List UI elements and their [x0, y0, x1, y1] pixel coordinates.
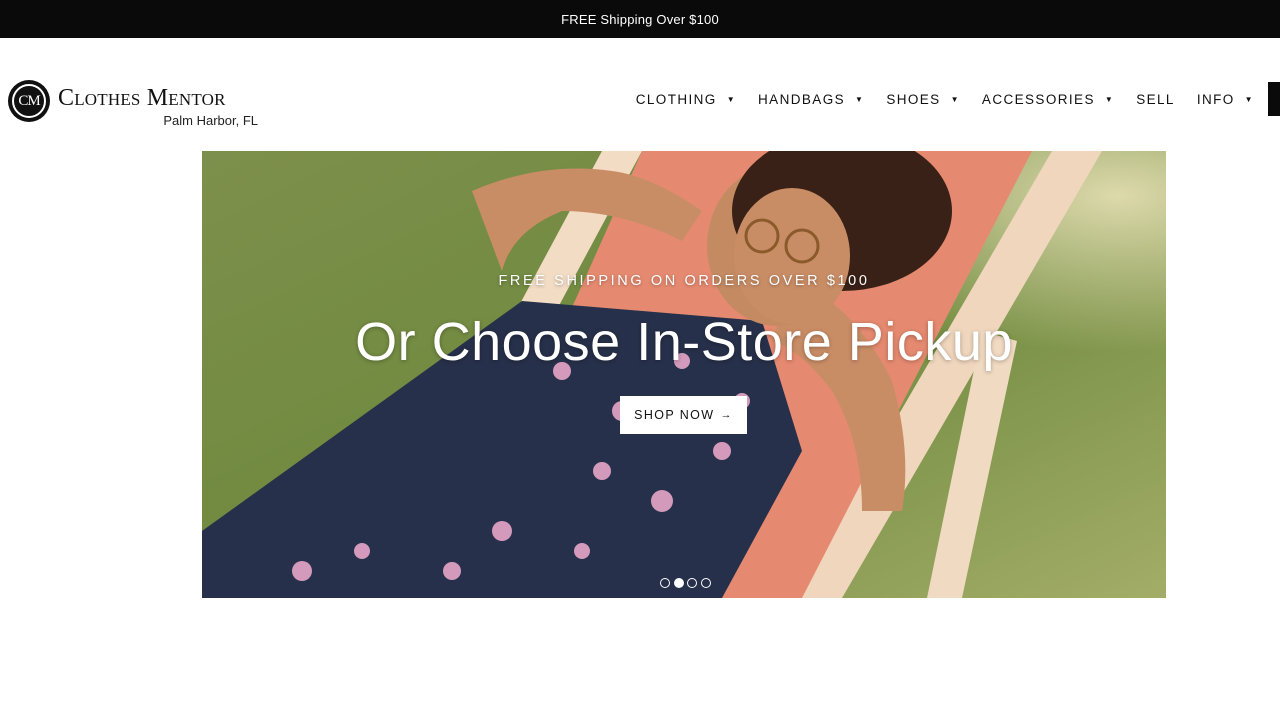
hero-title: Or Choose In-Store Pickup [355, 312, 1013, 372]
caret-down-icon: ▼ [726, 95, 737, 104]
slider-dot[interactable] [673, 578, 684, 588]
nav-item-label: ACCESSORIES [981, 92, 1095, 107]
nav-item-label: CLOTHING [635, 92, 717, 107]
slider-dot[interactable] [700, 578, 711, 588]
shop-now-label: SHOP NOW [634, 408, 715, 422]
caret-down-icon: ▼ [1104, 95, 1115, 104]
nav-item-label: SHOES [886, 92, 941, 107]
nav-item-accessories[interactable]: ACCESSORIES ▼ [982, 92, 1114, 107]
nav-item-label: HANDBAGS [758, 92, 845, 107]
nav-item-shoes[interactable]: SHOES ▼ [886, 92, 960, 107]
slider-pagination [660, 578, 714, 588]
nav-item-handbags[interactable]: HANDBAGS ▼ [758, 92, 864, 107]
nav-item-label: INFO [1196, 92, 1235, 107]
nav-item-sell[interactable]: SELL [1136, 92, 1175, 107]
hero-eyebrow: FREE SHIPPING ON ORDERS OVER $100 [498, 273, 870, 289]
nav-item-clothing[interactable]: CLOTHING ▼ [636, 92, 736, 107]
slider-dot[interactable] [687, 578, 697, 588]
site-header: CM Clothes Mentor Palm Harbor, FL CLOTHI… [0, 38, 1280, 150]
cart-button[interactable] [1268, 82, 1280, 116]
nav-item-info[interactable]: INFO ▼ [1197, 92, 1254, 107]
arrow-right-icon: → [720, 409, 733, 421]
store-logo[interactable]: CM Clothes Mentor Palm Harbor, FL [8, 80, 260, 128]
shop-now-button[interactable]: SHOP NOW → [620, 396, 747, 434]
logo-location: Palm Harbor, FL [163, 113, 258, 128]
logo-monogram: CM [12, 84, 46, 118]
nav-item-label: SELL [1136, 92, 1175, 107]
hero-image [202, 151, 1166, 598]
main-nav: CLOTHING ▼ HANDBAGS ▼ SHOES ▼ ACCESSORIE… [636, 92, 1254, 107]
logo-monogram-icon: CM [8, 80, 50, 122]
hero-slider: FREE SHIPPING ON ORDERS OVER $100 Or Cho… [202, 151, 1166, 598]
caret-down-icon: ▼ [1244, 95, 1254, 104]
caret-down-icon: ▼ [855, 95, 865, 104]
slider-dot[interactable] [660, 578, 670, 588]
announcement-bar: FREE Shipping Over $100 [0, 0, 1280, 38]
logo-name: Clothes Mentor [58, 85, 226, 111]
announcement-text: FREE Shipping Over $100 [561, 11, 719, 27]
caret-down-icon: ▼ [950, 95, 960, 104]
